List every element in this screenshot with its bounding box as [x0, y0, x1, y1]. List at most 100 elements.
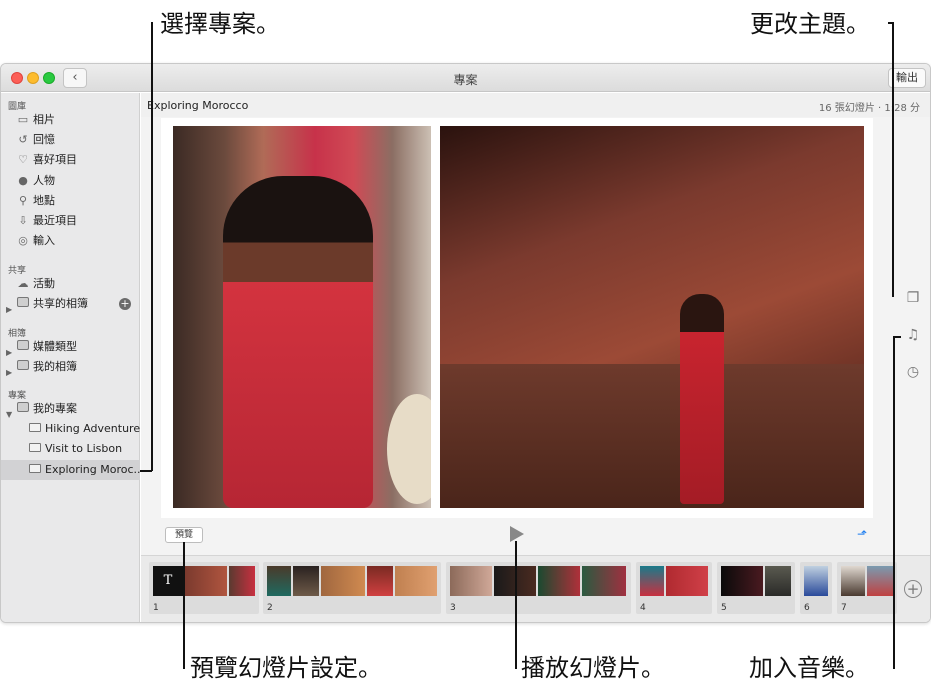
project-title[interactable]: Exploring Morocco [147, 99, 248, 112]
photos-icon: ▭ [17, 113, 29, 126]
music-icon[interactable]: ♫ [904, 326, 922, 344]
slide-group[interactable]: 6 [800, 562, 832, 614]
callout-play-slideshow: 播放幻燈片。 [521, 654, 665, 682]
sidebar-item-project-lisbon[interactable]: Visit to Lisbon [1, 439, 140, 459]
slide-group-number: 3 [450, 603, 456, 613]
slide-group[interactable]: 3 [446, 562, 631, 614]
slide-group[interactable]: 7 [837, 562, 897, 614]
sidebar-item-label: Exploring Moroc... [45, 463, 145, 476]
photo-hat [387, 394, 431, 504]
album-folder-icon [16, 360, 30, 374]
sidebar-item-places[interactable]: ⚲ 地點 [1, 191, 140, 211]
photo-subject [223, 176, 373, 508]
slide-thumbnail[interactable] [185, 566, 227, 596]
disclosure-triangle-icon[interactable]: ▶ [6, 363, 12, 383]
slide-thumbnail[interactable] [395, 566, 437, 596]
sidebar-item-memories[interactable]: ↺ 回憶 [1, 130, 140, 150]
slide-preview[interactable] [161, 118, 873, 518]
slide-group-number: 1 [153, 603, 159, 613]
callout-add-music: 加入音樂。 [749, 654, 869, 682]
slideshow-icon [28, 442, 42, 456]
callout-line [893, 336, 901, 338]
callout-line [893, 336, 895, 669]
callout-preview-settings: 預覽幻燈片設定。 [190, 654, 382, 682]
album-folder-icon [16, 340, 30, 354]
sidebar-item-label: 人物 [33, 174, 55, 187]
memories-icon: ↺ [18, 133, 28, 146]
slide-thumbnail[interactable] [640, 566, 664, 596]
slide-group-number: 4 [640, 603, 646, 613]
title-bar: ‹ 專案 輸出 [1, 64, 930, 92]
title-slide-thumbnail[interactable]: T [153, 566, 183, 596]
cloud-icon: ☁ [17, 277, 29, 290]
slide-thumbnail[interactable] [267, 566, 291, 596]
slide-thumbnail[interactable] [229, 566, 255, 596]
disclosure-triangle-icon[interactable]: ▶ [6, 300, 12, 320]
sidebar-item-my-projects[interactable]: ▼ 我的專案 [1, 399, 140, 419]
themes-icon[interactable]: ❐ [904, 289, 922, 307]
sidebar-item-activity[interactable]: ☁ 活動 [1, 274, 140, 294]
slide-thumbnail[interactable] [721, 566, 763, 596]
preview-button[interactable]: 預覽 [165, 527, 203, 543]
callout-line [892, 22, 894, 297]
photo-wall [440, 364, 864, 508]
slide-group[interactable]: 4 [636, 562, 712, 614]
callout-line [888, 22, 893, 24]
project-header: Exploring Morocco 16 張幻燈片 · 1:28 分 [141, 93, 930, 117]
slide-thumbnail[interactable] [765, 566, 791, 596]
slide-group[interactable]: 2 [263, 562, 441, 614]
sidebar-item-label: 我的專案 [33, 402, 77, 415]
camera-icon: ◎ [18, 234, 28, 247]
slide-group[interactable]: T 1 [149, 562, 259, 614]
sidebar-item-favorites[interactable]: ♡ 喜好項目 [1, 150, 140, 170]
slide-thumbnail[interactable] [666, 566, 708, 596]
sidebar: 圖庫 ▭ 相片 ↺ 回憶 ♡ 喜好項目 ● 人物 ⚲ 地點 ⇩ 最近項目 ◎ 輸… [1, 93, 144, 622]
sidebar-item-recents[interactable]: ⇩ 最近項目 [1, 211, 140, 231]
filmstrip: T 1 2 3 4 5 6 7 + [141, 555, 930, 622]
sidebar-item-label: 最近項目 [33, 214, 77, 227]
slide-photo-woman-standing [440, 126, 864, 508]
photo-subject [680, 294, 724, 504]
sidebar-item-photos[interactable]: ▭ 相片 [1, 110, 140, 130]
slide-photo-woman-seated [173, 126, 431, 508]
callout-line [183, 542, 185, 669]
photos-window: ‹ 專案 輸出 圖庫 ▭ 相片 ↺ 回憶 ♡ 喜好項目 ● 人物 ⚲ 地點 ⇩ … [0, 63, 931, 623]
slide-thumbnail[interactable] [293, 566, 319, 596]
sidebar-item-label: 喜好項目 [33, 153, 77, 166]
sidebar-item-project-morocco[interactable]: Exploring Moroc... [1, 460, 144, 480]
sidebar-item-project-hiking[interactable]: Hiking Adventure [1, 419, 140, 439]
slide-thumbnail[interactable] [867, 566, 893, 596]
slide-group[interactable]: 5 [717, 562, 795, 614]
sidebar-item-label: 回憶 [33, 133, 55, 146]
project-info: 16 張幻燈片 · 1:28 分 [818, 103, 920, 114]
duration-icon[interactable]: ◷ [904, 363, 922, 381]
slide-thumbnail[interactable] [804, 566, 828, 596]
sidebar-item-media-types[interactable]: ▶ 媒體類型 [1, 337, 140, 357]
aspect-ratio-icon[interactable]: ⬏ [857, 528, 873, 540]
sidebar-item-people[interactable]: ● 人物 [1, 171, 140, 191]
slide-thumbnail[interactable] [538, 566, 580, 596]
slide-group-number: 6 [804, 603, 810, 613]
export-button[interactable]: 輸出 [888, 68, 926, 88]
sidebar-item-label: 輸入 [33, 234, 55, 247]
slide-thumbnail[interactable] [450, 566, 492, 596]
slide-thumbnail[interactable] [321, 566, 365, 596]
slide-thumbnail[interactable] [367, 566, 393, 596]
callout-select-project: 選擇專案。 [160, 10, 280, 38]
callout-line [151, 22, 153, 471]
sidebar-item-shared-albums[interactable]: ▶ 共享的相簿 + [1, 294, 140, 314]
slide-thumbnail[interactable] [841, 566, 865, 596]
slideshow-icon [28, 422, 42, 436]
add-slide-button[interactable]: + [904, 580, 922, 598]
sidebar-item-label: 活動 [33, 277, 55, 290]
sidebar-item-label: 媒體類型 [33, 340, 77, 353]
sidebar-item-import[interactable]: ◎ 輸入 [1, 231, 140, 251]
callout-line [140, 470, 152, 472]
slide-thumbnail[interactable] [582, 566, 626, 596]
sidebar-item-my-albums[interactable]: ▶ 我的相簿 [1, 357, 140, 377]
slide-group-number: 5 [721, 603, 727, 613]
slide-group-number: 2 [267, 603, 273, 613]
callout-change-theme: 更改主題。 [750, 10, 870, 38]
add-shared-album-button[interactable]: + [119, 298, 131, 310]
play-icon[interactable] [510, 526, 524, 542]
